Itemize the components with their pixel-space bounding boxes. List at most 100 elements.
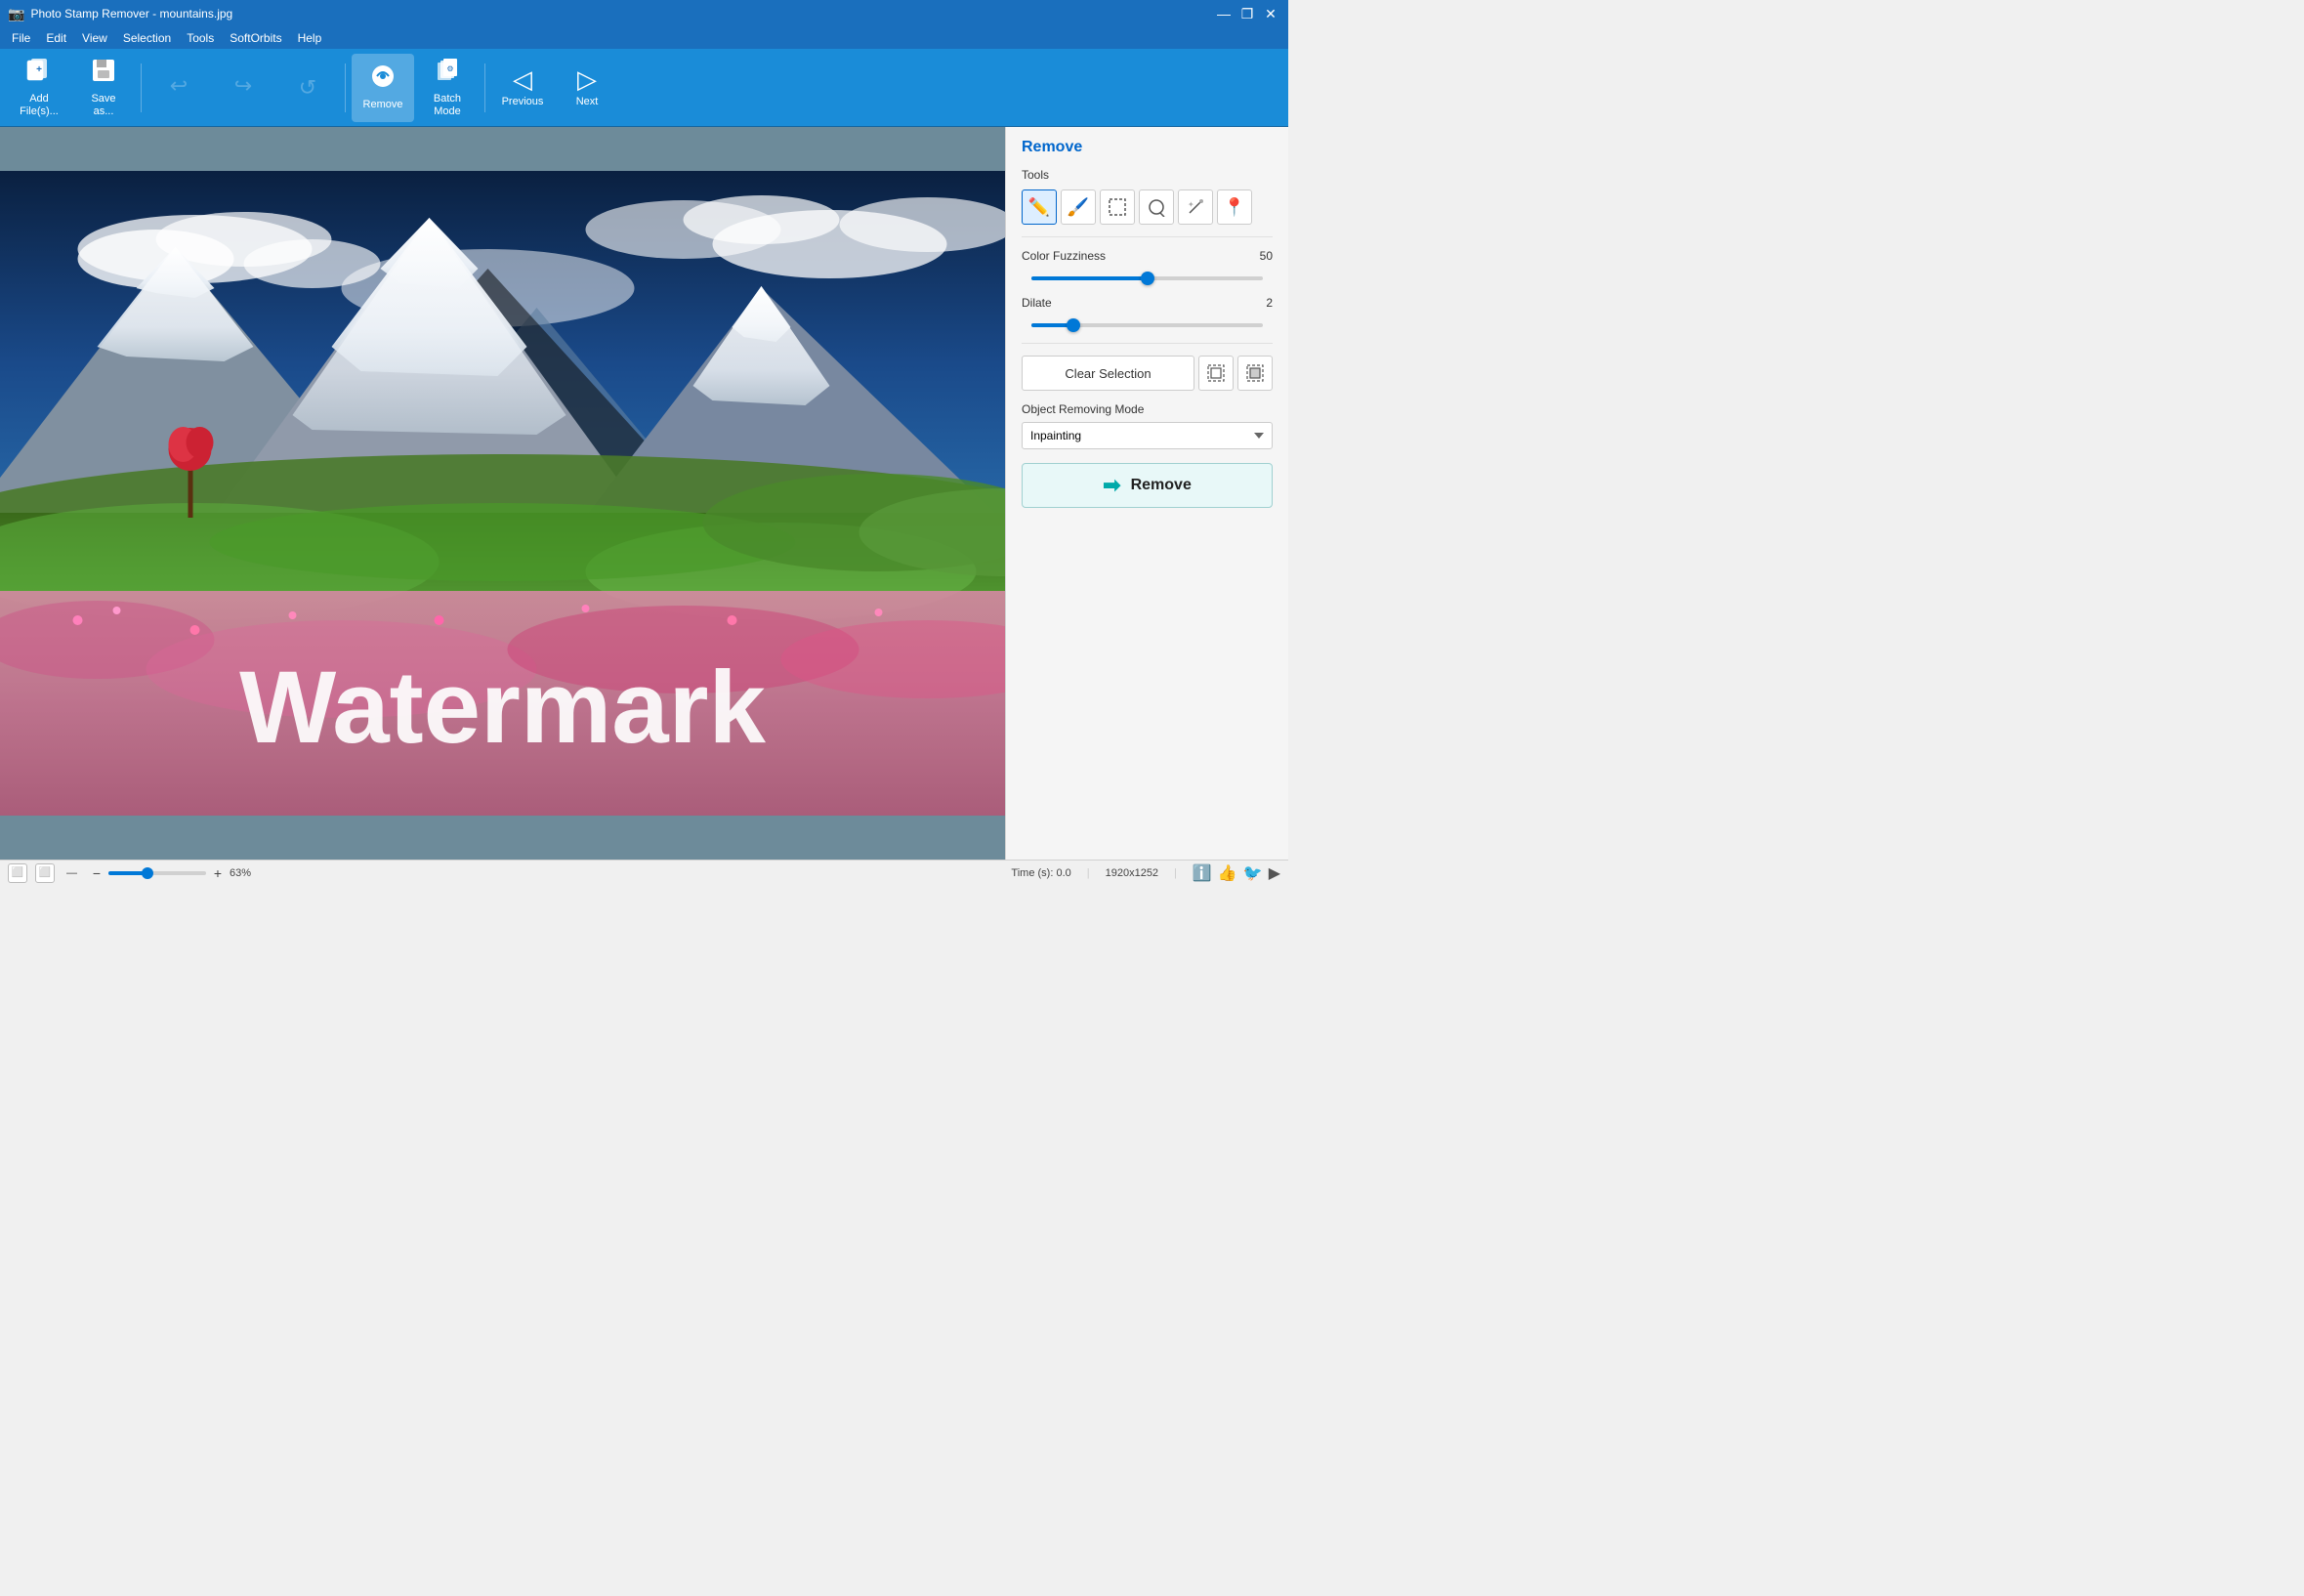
- photo-canvas: Watermark: [0, 171, 1005, 816]
- like-icon[interactable]: 👍: [1218, 863, 1237, 883]
- svg-text:⚙: ⚙: [446, 64, 453, 73]
- mode-label: Object Removing Mode: [1022, 402, 1273, 416]
- reset-button[interactable]: ↺: [276, 54, 339, 122]
- menu-tools[interactable]: Tools: [179, 29, 222, 47]
- window-controls: — ❐ ✕: [1214, 4, 1280, 23]
- zoom-percent: 63%: [230, 867, 251, 879]
- redo-button[interactable]: ↪: [212, 54, 274, 122]
- redo-icon: ↪: [234, 75, 252, 97]
- remove-action-button[interactable]: ➡ Remove: [1022, 463, 1273, 508]
- menu-selection[interactable]: Selection: [115, 29, 179, 47]
- undo-icon: ↩: [170, 75, 188, 97]
- title-bar: 📷 Photo Stamp Remover - mountains.jpg — …: [0, 0, 1288, 27]
- divider-1: [1022, 236, 1273, 237]
- separator-2: [345, 63, 346, 112]
- rect-select-button[interactable]: [1100, 189, 1135, 225]
- youtube-icon[interactable]: ▶: [1269, 863, 1280, 883]
- add-files-button[interactable]: + AddFile(s)...: [8, 54, 70, 122]
- zoom-out-button[interactable]: −: [89, 865, 105, 881]
- view-mode-1-button[interactable]: ⬜: [8, 863, 27, 883]
- clear-selection-button[interactable]: Clear Selection: [1022, 356, 1194, 391]
- invert-selection-button[interactable]: [1237, 356, 1273, 391]
- remove-icon: [369, 63, 397, 95]
- info-icon[interactable]: ℹ️: [1193, 863, 1212, 883]
- batch-mode-icon: ⚙: [434, 57, 461, 89]
- svg-text:✦: ✦: [1188, 200, 1194, 209]
- tools-label: Tools: [1022, 168, 1273, 182]
- dilate-label: Dilate: [1022, 296, 1245, 310]
- add-files-label: AddFile(s)...: [20, 93, 59, 118]
- separator-zoom: —: [66, 867, 77, 879]
- next-button[interactable]: ▷ Next: [556, 54, 618, 122]
- panel-remove-section: Remove Tools ✏️ 🖌️ ✦ 📍 Color Fuzzine: [1006, 127, 1288, 520]
- select-all-button[interactable]: [1198, 356, 1234, 391]
- app-icon: 📷: [8, 6, 24, 22]
- minimize-button[interactable]: —: [1214, 4, 1234, 23]
- window-title: Photo Stamp Remover - mountains.jpg: [30, 7, 1214, 21]
- remove-label-toolbar: Remove: [363, 99, 403, 111]
- time-label: Time (s): 0.0: [1011, 867, 1070, 879]
- clear-selection-row: Clear Selection: [1022, 356, 1273, 391]
- twitter-icon[interactable]: 🐦: [1243, 863, 1263, 883]
- status-separator: |: [1087, 867, 1090, 879]
- menu-view[interactable]: View: [74, 29, 115, 47]
- panel-title: Remove: [1022, 139, 1273, 156]
- right-panel: Remove Tools ✏️ 🖌️ ✦ 📍 Color Fuzzine: [1005, 127, 1288, 860]
- batch-mode-button[interactable]: ⚙ BatchMode: [416, 54, 479, 122]
- menu-bar: File Edit View Selection Tools SoftOrbit…: [0, 27, 1288, 49]
- dilate-thumb[interactable]: [1067, 318, 1080, 332]
- svg-text:+: +: [36, 64, 42, 75]
- status-bar: ⬜ ⬜ — − + 63% Time (s): 0.0 | 1920x1252 …: [0, 860, 1288, 885]
- remove-arrow-icon: ➡: [1103, 473, 1120, 498]
- magic-wand-button[interactable]: ✦: [1178, 189, 1213, 225]
- divider-2: [1022, 343, 1273, 344]
- toolbar: + AddFile(s)... Saveas... ↩ ↪ ↺ Remove ⚙…: [0, 49, 1288, 127]
- previous-icon: ◁: [513, 66, 532, 92]
- zoom-thumb[interactable]: [142, 867, 153, 879]
- svg-text:Watermark: Watermark: [239, 651, 766, 765]
- brush-tool-button[interactable]: ✏️: [1022, 189, 1057, 225]
- tools-row: ✏️ 🖌️ ✦ 📍: [1022, 189, 1273, 225]
- stamp-tool-button[interactable]: 📍: [1217, 189, 1252, 225]
- close-button[interactable]: ✕: [1261, 4, 1280, 23]
- undo-button[interactable]: ↩: [147, 54, 210, 122]
- next-icon: ▷: [577, 66, 597, 92]
- menu-edit[interactable]: Edit: [38, 29, 74, 47]
- remove-button-toolbar[interactable]: Remove: [352, 54, 414, 122]
- zoom-slider[interactable]: [108, 871, 206, 875]
- fuzziness-slider-track[interactable]: [1031, 276, 1263, 280]
- zoom-in-button[interactable]: +: [210, 865, 226, 881]
- menu-help[interactable]: Help: [290, 29, 330, 47]
- remove-action-label: Remove: [1131, 477, 1192, 494]
- fuzziness-fill: [1031, 276, 1148, 280]
- dilate-value: 2: [1245, 296, 1273, 310]
- fuzziness-value: 50: [1245, 249, 1273, 263]
- menu-file[interactable]: File: [4, 29, 38, 47]
- save-as-button[interactable]: Saveas...: [72, 54, 135, 122]
- separator-1: [141, 63, 142, 112]
- save-as-label: Saveas...: [91, 93, 115, 118]
- next-label: Next: [576, 96, 599, 108]
- view-mode-2-button[interactable]: ⬜: [35, 863, 55, 883]
- status-separator-2: |: [1174, 867, 1177, 879]
- fuzziness-label: Color Fuzziness: [1022, 249, 1245, 263]
- resolution-label: 1920x1252: [1106, 867, 1158, 879]
- menu-softorbits[interactable]: SoftOrbits: [222, 29, 289, 47]
- add-files-icon: +: [25, 57, 53, 89]
- reset-icon: ↺: [299, 77, 316, 99]
- canvas-area[interactable]: Watermark: [0, 127, 1005, 860]
- status-icons: ℹ️ 👍 🐦 ▶: [1193, 863, 1280, 883]
- eraser-tool-button[interactable]: 🖌️: [1061, 189, 1096, 225]
- mode-select[interactable]: Inpainting Smart Fill Texture Synthesis: [1022, 422, 1273, 449]
- separator-3: [484, 63, 485, 112]
- zoom-controls: − + 63%: [89, 865, 251, 881]
- fuzziness-thumb[interactable]: [1141, 272, 1154, 285]
- batch-mode-label: BatchMode: [434, 93, 461, 118]
- lasso-tool-button[interactable]: [1139, 189, 1174, 225]
- restore-button[interactable]: ❐: [1237, 4, 1257, 23]
- main-content: Watermark Remove Tools ✏️ 🖌️ ✦ 📍: [0, 127, 1288, 860]
- previous-button[interactable]: ◁ Previous: [491, 54, 554, 122]
- save-as-icon: [90, 57, 117, 89]
- dilate-slider-track[interactable]: [1031, 323, 1263, 327]
- previous-label: Previous: [502, 96, 544, 108]
